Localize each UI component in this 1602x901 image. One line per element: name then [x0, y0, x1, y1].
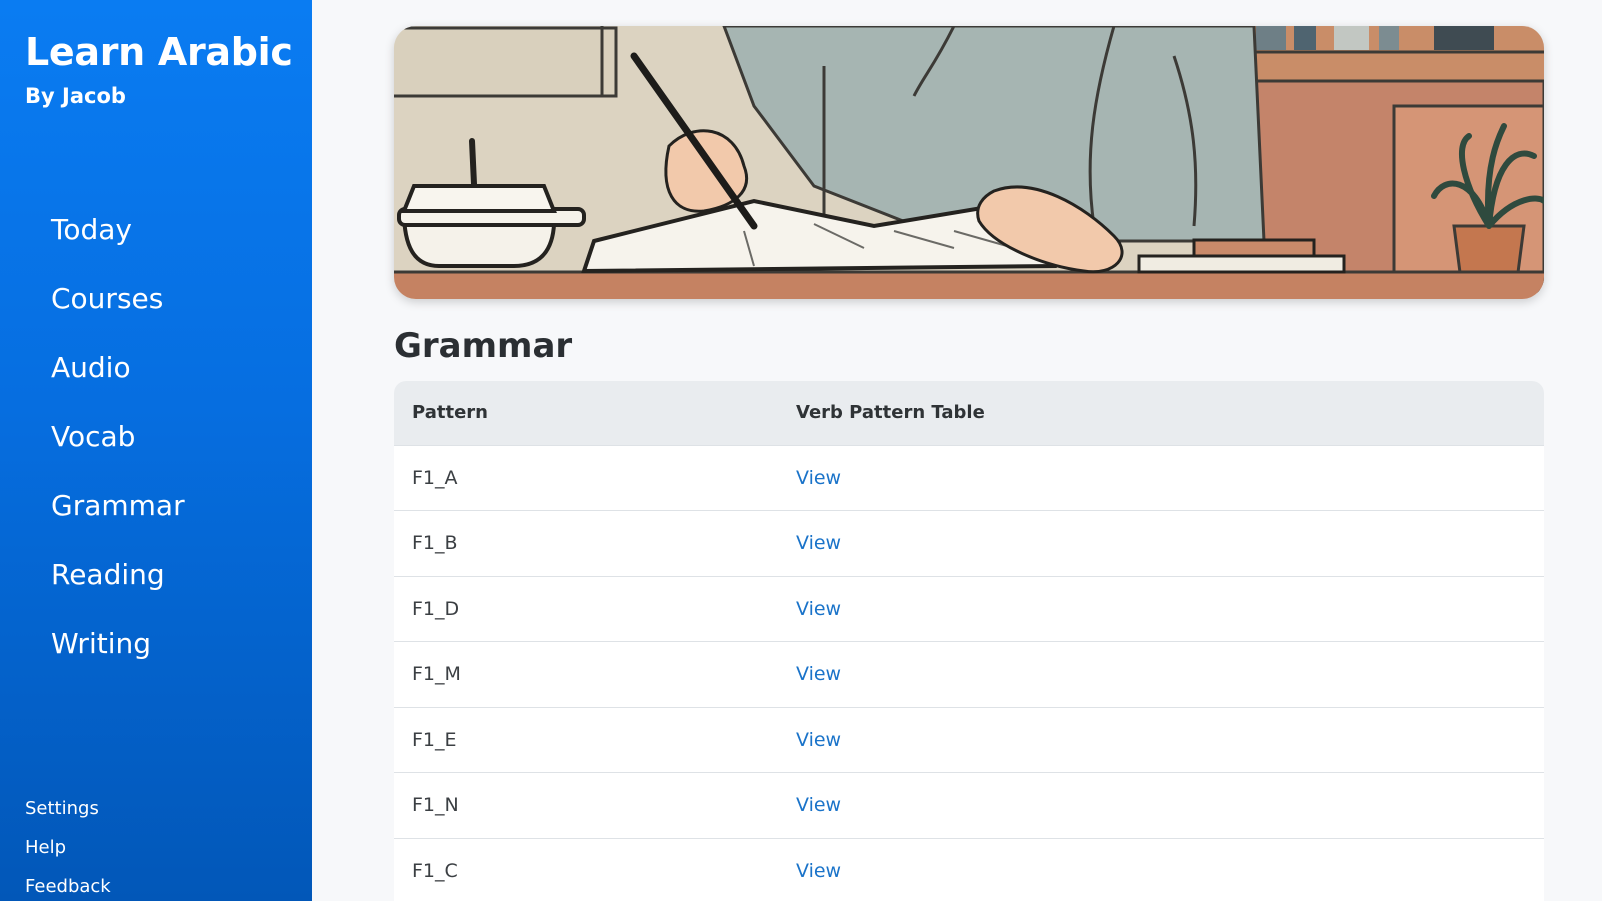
view-link[interactable]: View [796, 860, 841, 882]
view-link[interactable]: View [796, 794, 841, 816]
view-link[interactable]: View [796, 663, 841, 685]
table-row: F1_D View [394, 575, 1544, 642]
sidebar-item-reading[interactable]: Reading [0, 540, 312, 609]
view-cell: View [778, 510, 1544, 576]
view-cell: View [778, 706, 1544, 773]
help-link[interactable]: Help [25, 829, 111, 868]
pattern-cell: F1_C [394, 837, 778, 901]
verb-pattern-table: Pattern Verb Pattern Table F1_A View F1_… [394, 381, 1544, 901]
view-link[interactable]: View [796, 729, 841, 751]
settings-link[interactable]: Settings [25, 790, 111, 829]
column-header-verb-pattern-table: Verb Pattern Table [778, 381, 1544, 445]
person-writing-illustration [394, 26, 1544, 299]
view-link[interactable]: View [796, 532, 841, 554]
sidebar-item-writing[interactable]: Writing [0, 609, 312, 678]
table-header-row: Pattern Verb Pattern Table [394, 381, 1544, 445]
table-row: F1_N View [394, 772, 1544, 838]
table-row: F1_C View [394, 837, 1544, 901]
pattern-cell: F1_N [394, 772, 778, 838]
pattern-cell: F1_A [394, 444, 778, 511]
sidebar-item-grammar[interactable]: Grammar [0, 471, 312, 540]
view-cell: View [778, 772, 1544, 838]
page-title: Grammar [394, 326, 573, 366]
feedback-link[interactable]: Feedback [25, 868, 111, 901]
view-cell: View [778, 641, 1544, 707]
table-row: F1_A View [394, 444, 1544, 511]
table-row: F1_B View [394, 510, 1544, 576]
pattern-cell: F1_B [394, 510, 778, 576]
hero-illustration [394, 26, 1544, 299]
sidebar-item-vocab[interactable]: Vocab [0, 402, 312, 471]
pattern-cell: F1_E [394, 706, 778, 773]
pattern-cell: F1_M [394, 641, 778, 707]
view-cell: View [778, 444, 1544, 511]
main-content: Grammar Pattern Verb Pattern Table F1_A … [312, 0, 1602, 901]
brand-title[interactable]: Learn Arabic [25, 28, 293, 76]
table-row: F1_E View [394, 706, 1544, 773]
column-header-pattern: Pattern [394, 381, 778, 445]
pattern-cell: F1_D [394, 575, 778, 642]
brand: Learn Arabic By Jacob [25, 28, 293, 110]
view-cell: View [778, 575, 1544, 642]
sidebar-item-audio[interactable]: Audio [0, 333, 312, 402]
table-row: F1_M View [394, 641, 1544, 707]
sidebar: Learn Arabic By Jacob Today Courses Audi… [0, 0, 312, 901]
view-link[interactable]: View [796, 467, 841, 489]
app-root: Learn Arabic By Jacob Today Courses Audi… [0, 0, 1602, 901]
view-link[interactable]: View [796, 598, 841, 620]
sidebar-nav: Today Courses Audio Vocab Grammar Readin… [0, 195, 312, 678]
sidebar-item-courses[interactable]: Courses [0, 264, 312, 333]
sidebar-footer: Settings Help Feedback [25, 790, 111, 901]
sidebar-item-today[interactable]: Today [0, 195, 312, 264]
brand-subtitle: By Jacob [25, 84, 126, 108]
view-cell: View [778, 837, 1544, 901]
